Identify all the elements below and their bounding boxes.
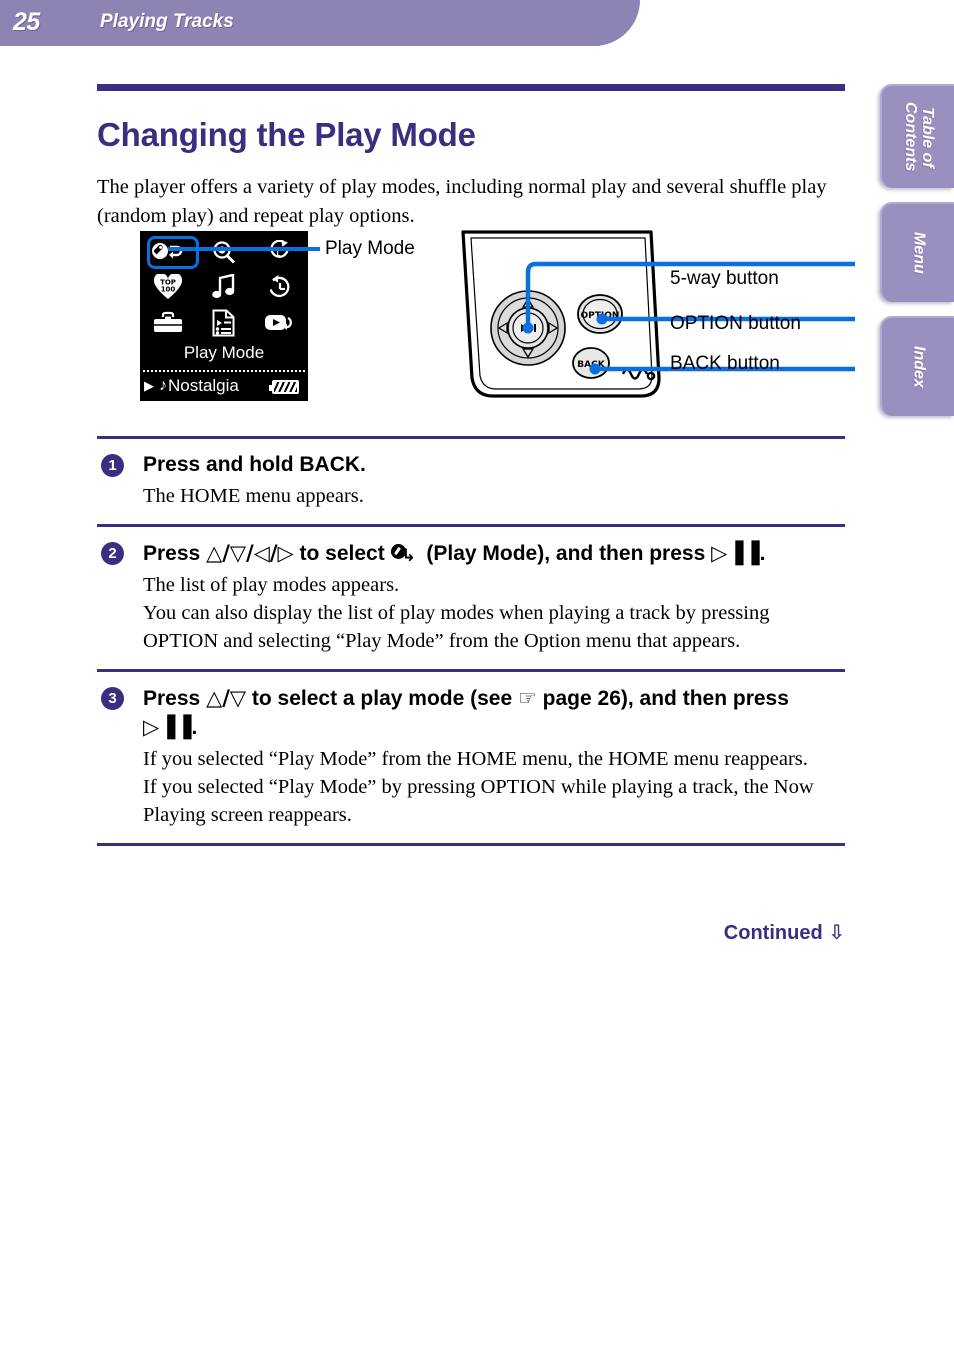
button-glyph: ▷▐▐ — [711, 541, 760, 565]
page-number: 25 — [13, 8, 40, 36]
lcd-screen-figure: 1 TOP 100 Play Mode ▶ ♪ Nostalgia — [140, 231, 308, 401]
search-icon — [202, 236, 246, 269]
step-heading-text: Press and hold BACK. — [143, 453, 366, 476]
step-heading: Press △/▽ to select a play mode (see ☞ p… — [143, 684, 845, 742]
step-heading-text: to select — [293, 542, 391, 565]
procedure-steps: 1 Press and hold BACK. The HOME menu app… — [97, 436, 845, 846]
battery-icon — [269, 380, 299, 394]
continued-arrow-icon: ⇩ — [828, 920, 845, 944]
recent-clock-icon — [258, 271, 302, 304]
sidebar-tab-label: Menu — [910, 232, 928, 274]
step-heading-text: . — [759, 542, 766, 565]
lcd-divider — [143, 370, 305, 372]
step-heading-text: Press — [143, 687, 207, 710]
sidebar-tab-menu[interactable]: Menu — [880, 202, 954, 302]
top-100-heart-icon: TOP 100 — [146, 271, 190, 304]
continued-label: Continued — [723, 922, 823, 944]
lcd-status-bar: ▶ ♪ Nostalgia — [144, 374, 304, 398]
step-2: 2 Press △/▽/◁/▷ to select ↳ (Play Mode),… — [97, 524, 845, 669]
intro-paragraph: The player offers a variety of play mode… — [97, 175, 827, 227]
header-bar — [0, 0, 600, 46]
step-line: If you selected “Play Mode” from the HOM… — [143, 748, 808, 770]
play-mode-inline-icon: ↳ — [390, 544, 421, 565]
svg-text:100: 100 — [161, 286, 176, 294]
sidebar-tab-label: Index — [910, 346, 928, 388]
step-number-badge: 1 — [101, 454, 124, 477]
callout-label-back-button: BACK button — [670, 353, 780, 374]
button-glyph: ▷▐▐ — [143, 715, 192, 739]
button-glyph: ☞ — [518, 686, 537, 710]
sidebar-tab-index[interactable]: Index — [880, 316, 954, 416]
step-line: The list of play modes appears. — [143, 574, 400, 596]
button-glyph: △/▽/◁/▷ — [206, 541, 294, 565]
shuffle-repeat-icon: 1 — [258, 236, 302, 269]
callout-leader-line-play-mode — [168, 247, 320, 251]
step-heading-text: page 26), and then press — [536, 687, 789, 710]
play-indicator-icon: ▶ — [144, 378, 154, 393]
step-heading: Press and hold BACK. — [143, 451, 845, 479]
intro-scan-icon — [258, 306, 302, 339]
step-heading: Press △/▽/◁/▷ to select ↳ (Play Mode), a… — [143, 539, 845, 568]
step-line: The HOME menu appears. — [143, 485, 364, 507]
page-title: Changing the Play Mode — [97, 116, 476, 154]
page-header: 25 Playing Tracks — [0, 0, 954, 46]
side-tab-nav: Table of Contents Menu Index — [880, 84, 954, 430]
step-number-badge: 3 — [101, 687, 124, 710]
continued-footer: Continued ⇩ — [97, 920, 845, 945]
callout-label-5way-button: 5-way button — [670, 268, 779, 289]
music-note-icon — [202, 271, 246, 304]
step-1: 1 Press and hold BACK. The HOME menu app… — [97, 436, 845, 524]
step-line: You can also display the list of play mo… — [143, 602, 770, 652]
sidebar-tab-label: Table of Contents — [902, 102, 936, 172]
button-glyph: △/▽ — [206, 686, 247, 710]
step-heading-text: to select a play mode (see — [246, 687, 518, 710]
step-heading-text: Press — [143, 542, 207, 565]
step-3: 3 Press △/▽ to select a play mode (see ☞… — [97, 669, 845, 846]
step-line: If you selected “Play Mode” by pressing … — [143, 776, 814, 826]
step-heading-text: . — [191, 716, 198, 739]
sidebar-tab-table-of-contents[interactable]: Table of Contents — [880, 84, 954, 188]
play-mode-icon — [146, 236, 199, 269]
chapter-title: Playing Tracks — [100, 11, 234, 32]
playlist-icon — [202, 306, 246, 339]
toolbox-icon — [146, 306, 190, 339]
callout-label-play-mode: Play Mode — [325, 238, 415, 259]
step-heading-text: (Play Mode), and then press — [420, 542, 712, 565]
lcd-selected-item-caption: Play Mode — [183, 343, 265, 362]
title-rule — [97, 84, 845, 91]
step-number-badge: 2 — [101, 542, 124, 565]
callout-label-option-button: OPTION button — [670, 313, 801, 334]
note-icon: ♪ — [159, 377, 167, 394]
now-playing-track-name: Nostalgia — [168, 376, 239, 395]
